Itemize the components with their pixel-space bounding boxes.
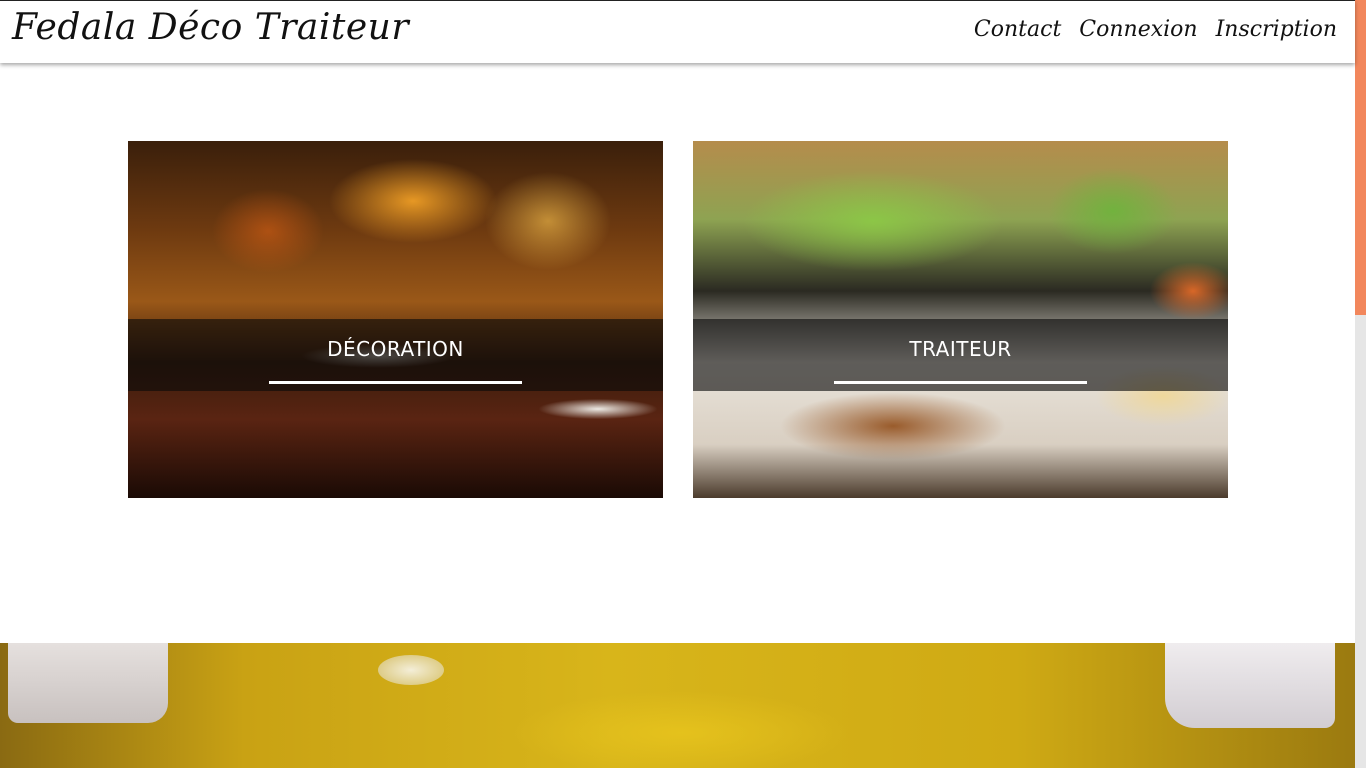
- top-navbar: Fedala Déco Traiteur Contact Connexion I…: [0, 0, 1355, 63]
- service-card-decoration[interactable]: DÉCORATION: [128, 141, 663, 498]
- page-scrollbar[interactable]: [1355, 0, 1366, 768]
- nav-links: Contact Connexion Inscription: [974, 17, 1337, 42]
- nav-contact-link[interactable]: Contact: [974, 17, 1061, 42]
- scrollbar-thumb[interactable]: [1355, 0, 1366, 315]
- nav-inscription-link[interactable]: Inscription: [1216, 17, 1337, 42]
- banner-tablecloth-right: [1165, 643, 1335, 728]
- card-title-underline: [834, 381, 1087, 384]
- banner-tablecloth-left: [8, 643, 168, 723]
- service-card-traiteur[interactable]: TRAITEUR: [693, 141, 1228, 498]
- banner-photo: [0, 643, 1355, 768]
- page: Fedala Déco Traiteur Contact Connexion I…: [0, 0, 1366, 768]
- nav-connexion-link[interactable]: Connexion: [1079, 17, 1197, 42]
- card-title-traiteur: TRAITEUR: [909, 337, 1012, 361]
- card-title-decoration: DÉCORATION: [327, 337, 464, 361]
- banner-glass-base: [378, 655, 444, 685]
- brand-logo-link[interactable]: Fedala Déco Traiteur: [12, 7, 409, 48]
- card-title-underline: [269, 381, 522, 384]
